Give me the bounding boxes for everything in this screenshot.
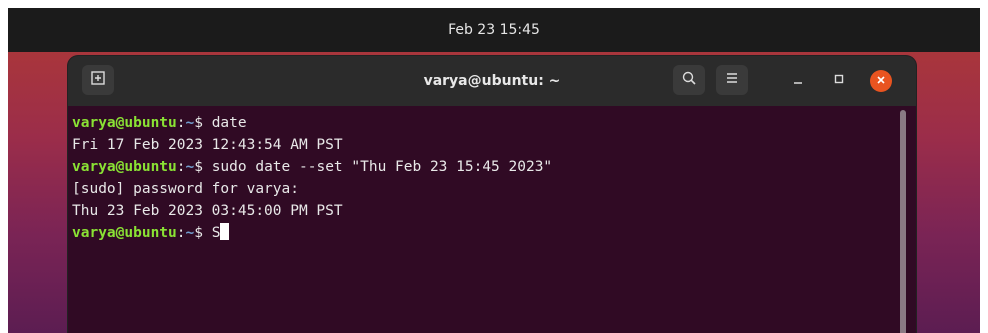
new-tab-icon	[91, 71, 105, 89]
terminal-line: varya@ubuntu:~$ S	[72, 222, 552, 244]
desktop: Feb 23 15:45 varya@ubuntu: ~ varya@ubunt…	[8, 8, 980, 333]
close-icon	[876, 74, 886, 88]
terminal-line: Thu 23 Feb 2023 03:45:00 PM PST	[72, 200, 552, 222]
command-text: date	[211, 115, 247, 131]
output-text: Fri 17 Feb 2023 12:43:54 AM PST	[72, 137, 343, 153]
new-tab-button[interactable]	[82, 65, 114, 95]
prompt-user: varya@ubuntu	[72, 159, 177, 175]
prompt-sep: :	[176, 115, 186, 131]
close-button[interactable]	[870, 70, 892, 92]
hamburger-menu-icon	[725, 72, 739, 88]
clock[interactable]: Feb 23 15:45	[448, 22, 540, 38]
terminal-line: varya@ubuntu:~$ sudo date --set "Thu Feb…	[72, 156, 552, 178]
maximize-icon	[833, 73, 845, 89]
prompt-path: ~	[185, 225, 195, 241]
top-bar: Feb 23 15:45	[8, 8, 980, 52]
prompt-path: ~	[185, 115, 195, 131]
prompt-end: $	[194, 225, 212, 241]
maximize-button[interactable]	[828, 70, 850, 92]
prompt-sep: :	[176, 159, 186, 175]
terminal-window[interactable]: varya@ubuntu: ~ varya@ubuntu:~$ date Fri…	[68, 56, 916, 333]
minimize-button[interactable]	[787, 70, 809, 92]
terminal-line: [sudo] password for varya:	[72, 178, 552, 200]
text-cursor	[220, 223, 230, 240]
prompt-path: ~	[185, 159, 195, 175]
prompt-user: varya@ubuntu	[72, 115, 177, 131]
prompt-sep: :	[176, 225, 186, 241]
command-text: sudo date --set "Thu Feb 23 15:45 2023"	[211, 159, 553, 175]
terminal-output[interactable]: varya@ubuntu:~$ date Fri 17 Feb 2023 12:4…	[72, 112, 552, 244]
scrollbar[interactable]	[900, 110, 906, 333]
search-button[interactable]	[673, 65, 705, 95]
output-text: [sudo] password for varya:	[72, 181, 299, 197]
prompt-user: varya@ubuntu	[72, 225, 177, 241]
output-text: Thu 23 Feb 2023 03:45:00 PM PST	[72, 203, 343, 219]
search-icon	[682, 71, 696, 89]
terminal-line: Fri 17 Feb 2023 12:43:54 AM PST	[72, 134, 552, 156]
command-input[interactable]: S	[212, 225, 221, 241]
menu-button[interactable]	[716, 65, 748, 95]
minimize-icon	[792, 73, 804, 89]
prompt-end: $	[194, 115, 212, 131]
prompt-end: $	[194, 159, 212, 175]
title-bar[interactable]: varya@ubuntu: ~	[68, 56, 916, 106]
terminal-line: varya@ubuntu:~$ date	[72, 112, 552, 134]
